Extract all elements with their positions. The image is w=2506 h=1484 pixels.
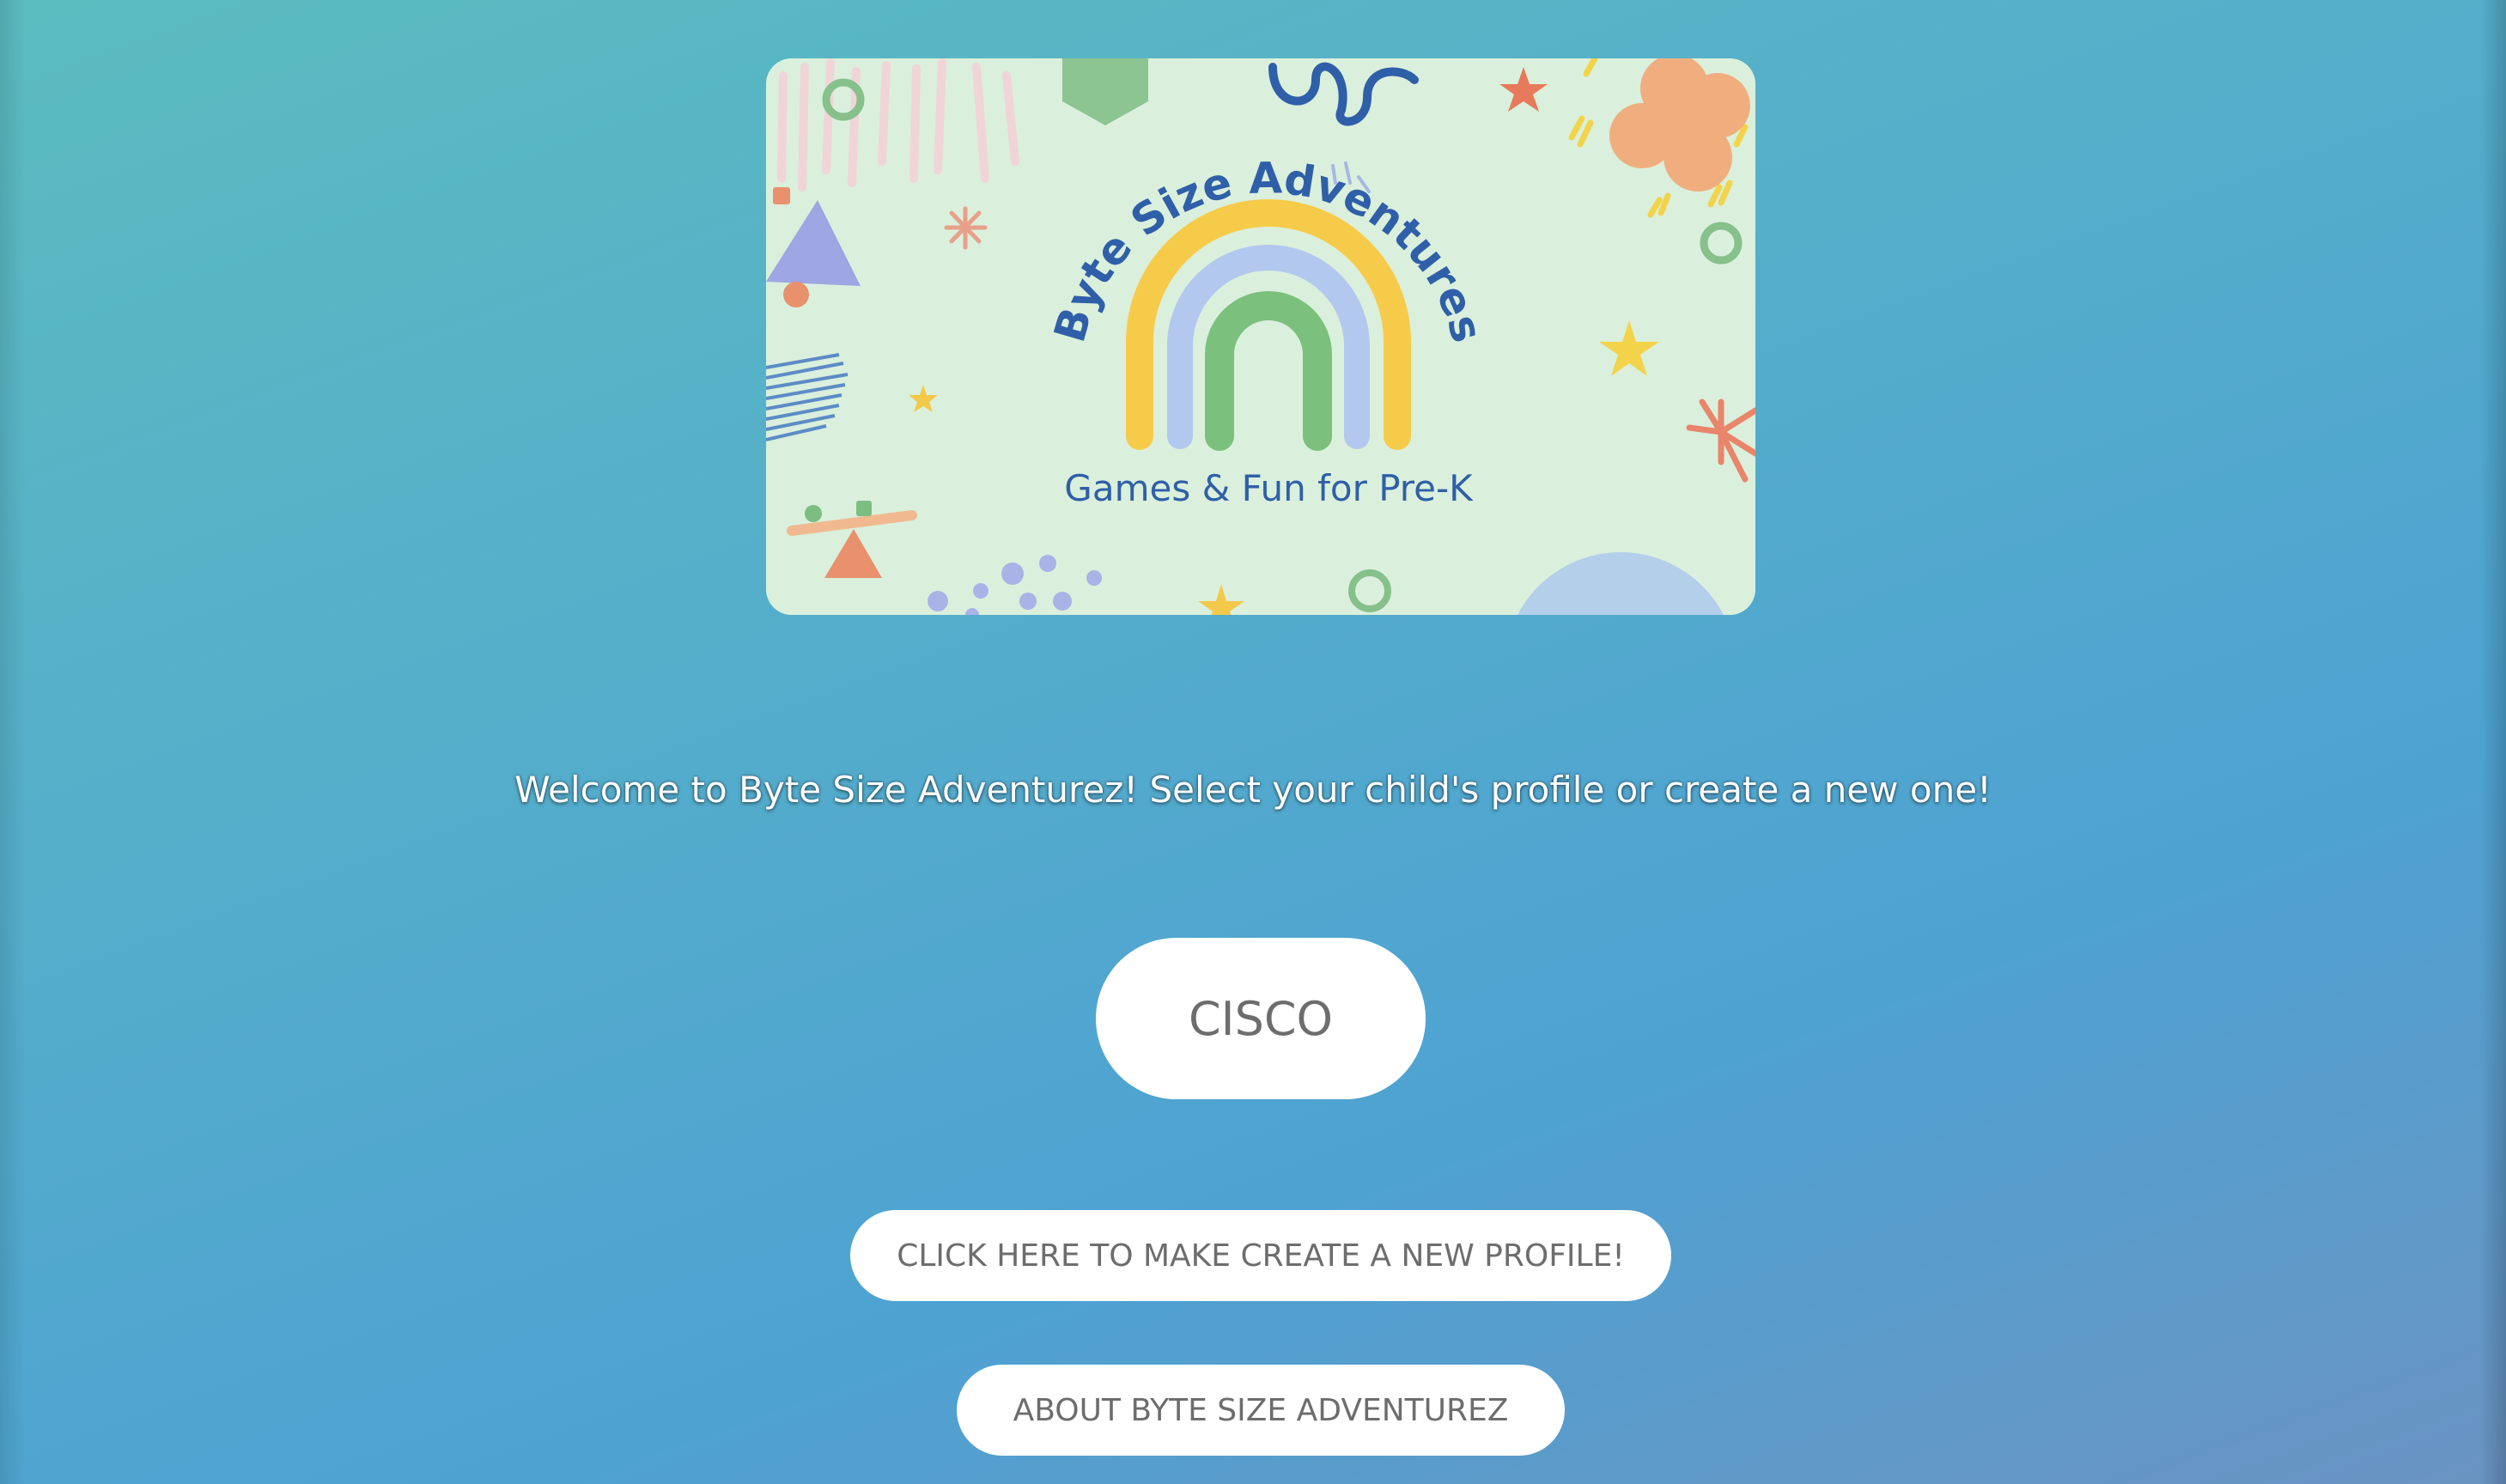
logo-banner-art: Byte Size Adventures Games & Fun for Pre… xyxy=(766,58,1755,615)
logo-banner: Byte Size Adventures Games & Fun for Pre… xyxy=(766,58,1755,615)
right-edge-shade xyxy=(2480,0,2506,1484)
square-decoration xyxy=(773,187,790,204)
about-button[interactable]: ABOUT BYTE SIZE ADVENTUREZ xyxy=(957,1365,1565,1456)
dot-decoration xyxy=(783,282,809,307)
logo-tagline: Games & Fun for Pre-K xyxy=(1064,467,1474,509)
left-edge-shade xyxy=(0,0,26,1484)
asterisk-decoration xyxy=(944,206,988,250)
create-profile-button[interactable]: CLICK HERE TO MAKE CREATE A NEW PROFILE! xyxy=(850,1210,1671,1301)
profile-button-cisco[interactable]: CISCO xyxy=(1096,938,1426,1099)
welcome-message: Welcome to Byte Size Adventurez! Select … xyxy=(514,769,1992,811)
